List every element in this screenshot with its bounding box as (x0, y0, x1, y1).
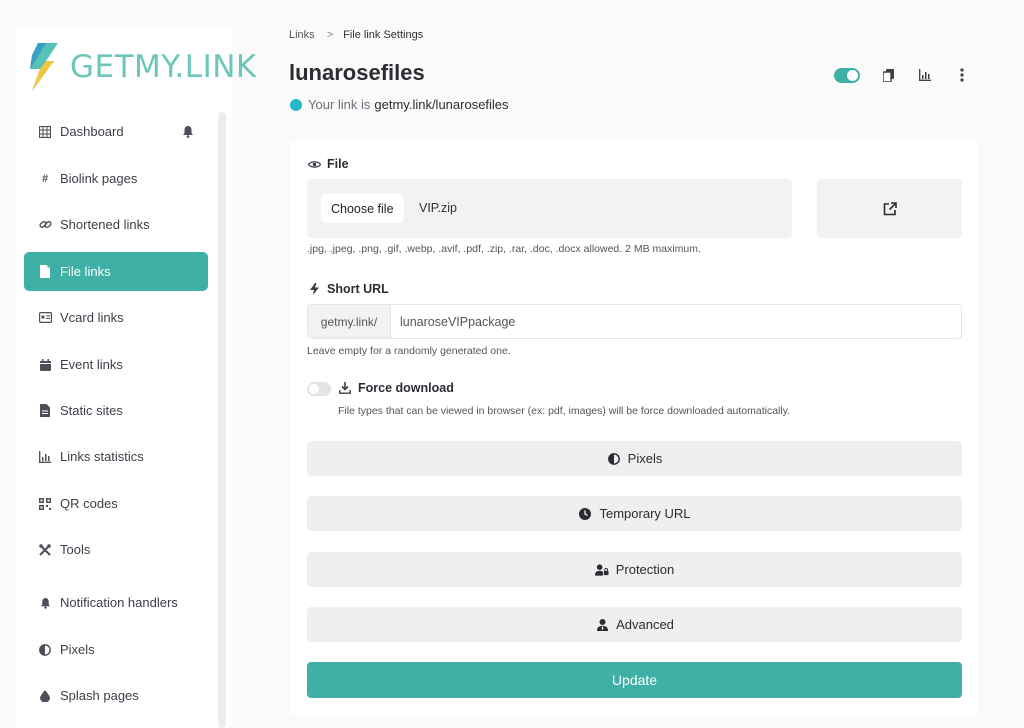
eye-icon (307, 157, 321, 171)
breadcrumb-link-links[interactable]: Links (289, 29, 315, 41)
temporary-url-section-button[interactable]: Temporary URL (307, 496, 962, 531)
sidebar-item-label: Links statistics (60, 449, 144, 464)
status-dot-icon (290, 98, 302, 111)
download-icon (338, 381, 352, 395)
choose-file-button[interactable]: Choose file (321, 194, 404, 223)
bell-icon[interactable] (182, 125, 194, 141)
copy-button[interactable] (879, 66, 897, 84)
adjust-icon (607, 452, 621, 466)
sidebar-item-shortened-links[interactable]: Shortened links (24, 205, 208, 244)
hash-icon: # (41, 172, 49, 185)
document-icon (38, 404, 52, 418)
breadcrumb: Links > File link Settings (289, 29, 423, 41)
short-url-prefix: getmy.link/ (308, 305, 391, 338)
sidebar-item-file-links[interactable]: File links (24, 252, 208, 291)
bolt-icon (307, 282, 321, 296)
calendar-icon (38, 358, 52, 372)
chart-icon (38, 450, 52, 464)
file-icon (38, 265, 52, 279)
sidebar-item-biolink-pages[interactable]: # Biolink pages (24, 159, 208, 198)
sidebar-item-label: Dashboard (60, 124, 124, 139)
link-url[interactable]: getmy.link/lunarosefiles (374, 97, 508, 112)
sidebar-item-label: QR codes (60, 496, 118, 511)
selected-file-name: VIP.zip (419, 201, 457, 215)
open-file-button[interactable] (817, 179, 962, 238)
temporary-url-section-label: Temporary URL (599, 506, 691, 521)
more-options-button[interactable] (953, 66, 971, 84)
logo-bolt-icon (30, 43, 58, 91)
statistics-button[interactable] (916, 66, 934, 84)
force-download-help-text: File types that can be viewed in browser… (338, 405, 791, 417)
file-help-text: .jpg, .jpeg, .png, .gif, .webp, .avif, .… (307, 243, 701, 255)
sidebar-item-links-statistics[interactable]: Links statistics (24, 437, 208, 476)
sidebar-item-static-sites[interactable]: Static sites (24, 391, 208, 430)
update-button[interactable]: Update (307, 662, 962, 698)
sidebar-item-label: File links (60, 264, 111, 279)
chart-icon (919, 69, 931, 81)
pixels-section-label: Pixels (627, 451, 663, 466)
file-label: File (307, 157, 349, 171)
short-url-label: Short URL (307, 282, 389, 296)
link-icon (38, 218, 52, 232)
tools-icon (38, 543, 52, 557)
sidebar-item-tools[interactable]: Tools (24, 530, 208, 569)
file-input[interactable]: Choose file VIP.zip (307, 179, 792, 238)
sidebar-item-label: Notification handlers (60, 595, 178, 610)
sidebar-item-pixels[interactable]: Pixels (24, 630, 208, 669)
advanced-section-button[interactable]: Advanced (307, 607, 962, 642)
droplet-icon (38, 689, 52, 703)
sidebar-item-label: Biolink pages (60, 171, 138, 186)
qr-code-icon (38, 497, 52, 511)
sidebar-item-label: Vcard links (60, 310, 124, 325)
pixels-section-button[interactable]: Pixels (307, 441, 962, 476)
short-url-label-text: Short URL (327, 282, 389, 296)
sidebar-item-notification-handlers[interactable]: Notification handlers (24, 583, 208, 622)
page-title: lunarosefiles (289, 60, 425, 85)
sidebar-item-label: Tools (60, 542, 91, 557)
id-card-icon (38, 311, 52, 325)
sidebar-item-label: Shortened links (60, 217, 150, 232)
sidebar-item-qr-codes[interactable]: QR codes (24, 484, 208, 523)
force-download-label-text: Force download (358, 381, 454, 395)
user-lock-icon (594, 563, 609, 577)
short-url-input[interactable] (400, 315, 940, 329)
breadcrumb-separator: > (326, 29, 334, 41)
file-label-text: File (327, 157, 349, 171)
copy-icon (882, 68, 894, 82)
breadcrumb-current: File link Settings (343, 29, 424, 41)
grid-icon (38, 125, 52, 139)
logo-text: GETMY.LINK (70, 49, 257, 85)
sidebar-item-label: Static sites (60, 403, 123, 418)
more-vertical-icon (960, 68, 964, 82)
header-actions (834, 66, 971, 84)
sidebar-item-event-links[interactable]: Event links (24, 345, 208, 384)
adjust-icon (38, 643, 52, 657)
link-enabled-toggle[interactable] (834, 67, 860, 83)
bell-icon (38, 596, 52, 610)
sidebar-item-dashboard[interactable]: Dashboard (24, 112, 208, 151)
sidebar-item-label: Pixels (60, 642, 95, 657)
sidebar-scrollbar[interactable] (218, 112, 226, 728)
sidebar-item-splash-pages[interactable]: Splash pages (24, 676, 208, 715)
clock-icon (578, 507, 592, 521)
short-url-help-text: Leave empty for a randomly generated one… (307, 345, 511, 357)
external-link-icon (883, 201, 897, 215)
sidebar-item-vcard-links[interactable]: Vcard links (24, 298, 208, 337)
protection-section-button[interactable]: Protection (307, 552, 962, 587)
link-prefix-text: Your link is (308, 97, 371, 112)
protection-section-label: Protection (615, 562, 675, 577)
short-url-field: getmy.link/ (307, 304, 962, 339)
sidebar-item-label: Event links (60, 357, 123, 372)
logo[interactable]: GETMY.LINK (24, 40, 257, 94)
link-status-line: Your link is getmy.link/lunarosefiles (290, 97, 509, 112)
user-tie-icon (595, 618, 609, 632)
force-download-toggle[interactable] (307, 382, 331, 396)
force-download-label: Force download (338, 381, 454, 395)
advanced-section-label: Advanced (616, 617, 674, 632)
sidebar-item-label: Splash pages (60, 688, 139, 703)
